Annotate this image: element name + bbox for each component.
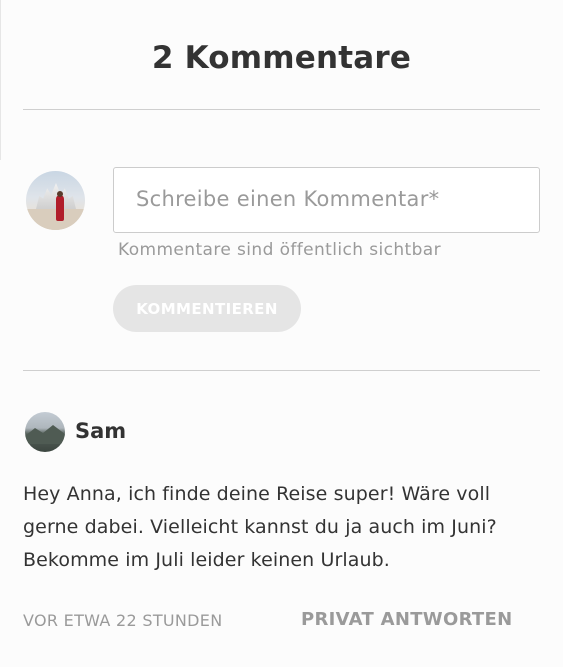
divider	[23, 109, 540, 110]
comment-input-placeholder: Schreibe einen Kommentar*	[136, 187, 440, 211]
visibility-hint: Kommentare sind öffentlich sichtbar	[118, 240, 441, 260]
comment-author-avatar	[25, 412, 65, 452]
avatar-person-shape	[56, 195, 64, 221]
divider	[23, 370, 540, 371]
comment-author-name: Sam	[75, 419, 127, 443]
comment-input[interactable]: Schreibe einen Kommentar*	[113, 167, 540, 233]
comment-timestamp: VOR ETWA 22 STUNDEN	[23, 611, 223, 630]
comment-body: Hey Anna, ich finde deine Reise super! W…	[23, 483, 497, 571]
avatar-mountain-shape	[25, 425, 65, 444]
comments-section: 2 Kommentare Schreibe einen Kommentar* K…	[0, 0, 563, 667]
comments-title: 2 Kommentare	[151, 40, 412, 76]
private-reply-link[interactable]: PRIVAT ANTWORTEN	[301, 609, 512, 630]
avatar-head-shape	[57, 191, 63, 197]
submit-comment-button[interactable]: KOMMENTIEREN	[113, 285, 301, 332]
current-user-avatar	[26, 171, 85, 230]
edge-line	[0, 0, 1, 160]
